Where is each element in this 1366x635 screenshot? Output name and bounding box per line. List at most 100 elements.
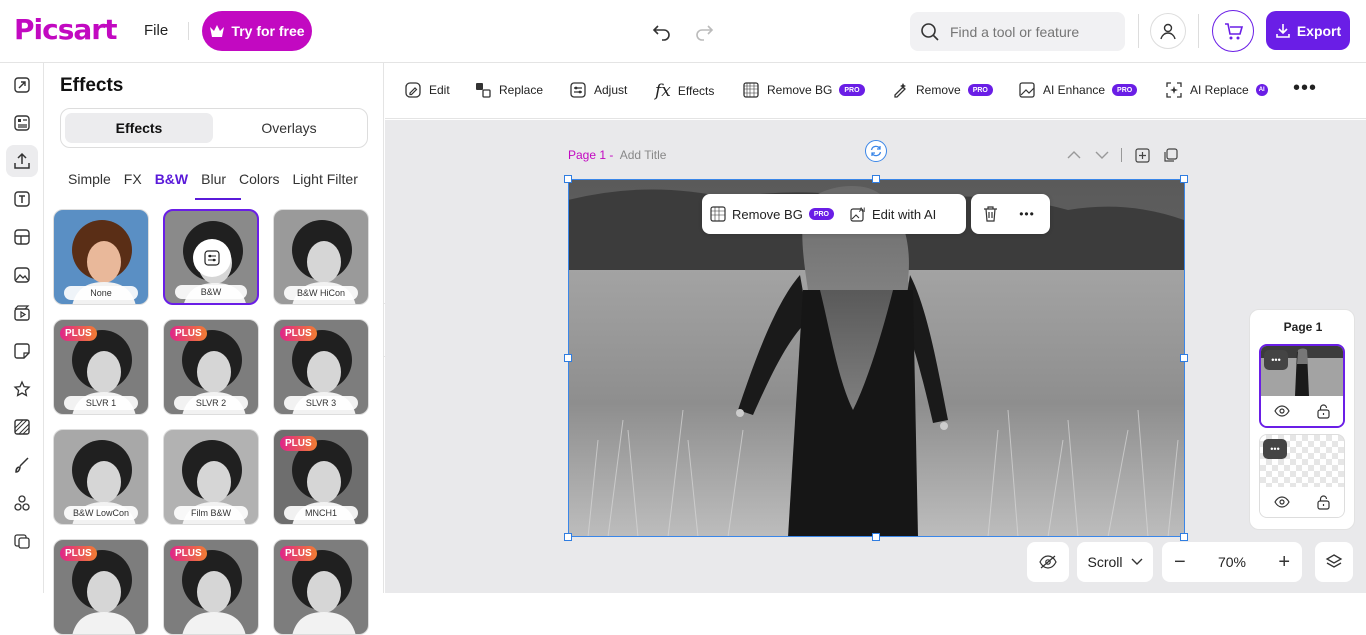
- try-for-free-button[interactable]: Try for free: [202, 11, 312, 51]
- tab-colors[interactable]: Colors: [239, 171, 279, 201]
- rail-brand-kit-icon[interactable]: [10, 529, 34, 553]
- segment-overlays[interactable]: Overlays: [215, 113, 363, 143]
- tab-blur[interactable]: Blur: [201, 171, 226, 201]
- file-menu[interactable]: File: [144, 22, 168, 39]
- tool-replace[interactable]: Replace: [474, 81, 543, 99]
- active-tab-indicator: [195, 198, 241, 200]
- effect-thumbnail[interactable]: None: [53, 209, 149, 305]
- effect-thumbnail[interactable]: PLUS MNCH1: [273, 429, 369, 525]
- page-options-button[interactable]: •••: [1264, 350, 1288, 370]
- ctx-edit-with-ai-button[interactable]: AI Edit with AI: [842, 206, 944, 222]
- tool-ai-enhance[interactable]: AI Enhance PRO: [1018, 81, 1138, 99]
- eye-icon[interactable]: [1274, 405, 1290, 417]
- delete-button[interactable]: [981, 205, 999, 223]
- effect-thumbnail[interactable]: B&W: [163, 209, 259, 305]
- rail-background-icon[interactable]: [10, 415, 34, 439]
- tool-remove[interactable]: Remove PRO: [891, 81, 993, 99]
- ctx-remove-bg-button[interactable]: Remove BG PRO: [702, 206, 842, 222]
- zoom-out-button[interactable]: −: [1174, 551, 1186, 574]
- tool-ai-replace[interactable]: AI Replace AI: [1165, 81, 1268, 99]
- more-options-button[interactable]: •••: [1017, 205, 1037, 223]
- picsart-logo[interactable]: Picsart: [14, 13, 117, 46]
- effect-settings-button[interactable]: [193, 239, 231, 277]
- effect-thumbnail[interactable]: Film B&W: [163, 429, 259, 525]
- edit-icon: [405, 82, 421, 98]
- pages-panel-title: Page 1: [1283, 320, 1323, 334]
- rail-favorites-icon[interactable]: [10, 377, 34, 401]
- resize-handle-top-left[interactable]: [564, 175, 572, 183]
- replace-icon: [476, 83, 491, 98]
- unlock-icon[interactable]: [1317, 403, 1330, 419]
- page-number: Page 1 -: [568, 148, 614, 162]
- resize-handle-bottom-left[interactable]: [564, 533, 572, 541]
- resize-handle-top[interactable]: [872, 175, 880, 183]
- resize-handle-bottom[interactable]: [872, 533, 880, 541]
- tab-simple[interactable]: Simple: [68, 171, 111, 201]
- rail-templates-icon[interactable]: [10, 73, 34, 97]
- effect-thumbnail[interactable]: PLUS SLVR 1: [53, 319, 149, 415]
- eye-icon[interactable]: [1274, 496, 1290, 508]
- effect-thumbnail[interactable]: PLUS: [163, 539, 259, 635]
- eraser-icon: [894, 83, 906, 98]
- rail-layouts-icon[interactable]: [10, 111, 34, 135]
- resize-handle-right[interactable]: [1180, 354, 1188, 362]
- page-thumbnail-2[interactable]: •••: [1259, 434, 1345, 518]
- tab-bw[interactable]: B&W: [155, 171, 188, 201]
- unlock-icon[interactable]: [1317, 494, 1330, 510]
- add-page-button[interactable]: [1133, 146, 1151, 164]
- tool-edit[interactable]: Edit: [404, 81, 450, 99]
- export-button[interactable]: Export: [1266, 11, 1350, 50]
- rail-draw-icon[interactable]: [10, 453, 34, 477]
- more-icon: •••: [1270, 444, 1280, 454]
- rotate-handle[interactable]: [865, 140, 887, 162]
- rail-elements-icon[interactable]: [10, 225, 34, 249]
- effect-thumbnail[interactable]: PLUS: [53, 539, 149, 635]
- effect-label: B&W LowCon: [64, 506, 138, 520]
- effect-thumbnail[interactable]: PLUS SLVR 3: [273, 319, 369, 415]
- page-2-controls: [1260, 487, 1344, 517]
- page-up-button[interactable]: [1065, 146, 1083, 164]
- resize-handle-left[interactable]: [564, 354, 572, 362]
- left-rail: [0, 63, 44, 593]
- rail-stickers-icon[interactable]: [10, 339, 34, 363]
- redo-button[interactable]: [690, 18, 718, 46]
- more-tools-button[interactable]: •••: [1293, 77, 1317, 100]
- account-button[interactable]: [1150, 13, 1186, 49]
- effect-thumbnail[interactable]: PLUS: [273, 539, 369, 635]
- layers-button[interactable]: [1315, 542, 1353, 582]
- undo-button[interactable]: [648, 18, 676, 46]
- effect-thumbnail[interactable]: B&W HiCon: [273, 209, 369, 305]
- page-options-button[interactable]: •••: [1263, 439, 1287, 459]
- segment-effects[interactable]: Effects: [65, 113, 213, 143]
- rail-photos-icon[interactable]: [10, 263, 34, 287]
- hide-button[interactable]: [1027, 542, 1069, 582]
- duplicate-icon: [1163, 147, 1178, 162]
- rail-apps-icon[interactable]: [10, 491, 34, 515]
- effect-thumbnail[interactable]: B&W LowCon: [53, 429, 149, 525]
- search-box[interactable]: [910, 12, 1125, 51]
- resize-handle-bottom-right[interactable]: [1180, 533, 1188, 541]
- add-title-input[interactable]: Add Title: [620, 148, 667, 162]
- team-button[interactable]: [1212, 10, 1254, 52]
- tab-light-filter[interactable]: Light Filter: [293, 171, 358, 201]
- rail-video-icon[interactable]: [10, 301, 34, 325]
- scroll-mode-select[interactable]: Scroll: [1077, 542, 1153, 582]
- tab-fx[interactable]: FX: [124, 171, 142, 201]
- tool-remove-bg[interactable]: Remove BG PRO: [742, 81, 865, 99]
- zoom-in-button[interactable]: +: [1278, 551, 1290, 574]
- tool-effects[interactable]: fx Effects: [655, 81, 714, 101]
- more-icon: •••: [1293, 77, 1318, 99]
- duplicate-page-button[interactable]: [1161, 146, 1179, 164]
- rail-upload-icon[interactable]: [6, 145, 38, 177]
- page-down-button[interactable]: [1093, 146, 1111, 164]
- plus-badge: PLUS: [280, 436, 317, 451]
- page-thumbnail-1[interactable]: •••: [1259, 344, 1345, 428]
- resize-handle-top-right[interactable]: [1180, 175, 1188, 183]
- rail-text-icon[interactable]: [10, 187, 34, 211]
- search-input[interactable]: [950, 23, 1120, 40]
- tool-adjust[interactable]: Adjust: [569, 81, 627, 99]
- tool-edit-label: Edit: [429, 83, 450, 97]
- effect-thumbnail[interactable]: PLUS SLVR 2: [163, 319, 259, 415]
- zoom-level[interactable]: 70%: [1218, 554, 1246, 570]
- remove-bg-icon: [710, 206, 726, 222]
